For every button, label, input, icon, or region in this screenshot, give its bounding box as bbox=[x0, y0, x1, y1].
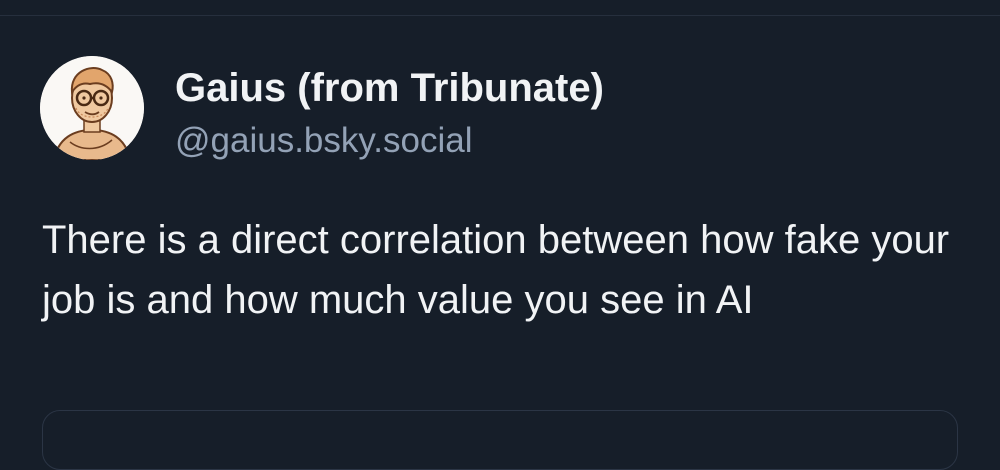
post-text: There is a direct correlation between ho… bbox=[42, 218, 950, 322]
avatar-illustration-icon bbox=[40, 56, 144, 160]
post[interactable]: Gaius (from Tribunate) @gaius.bsky.socia… bbox=[0, 0, 1000, 470]
author-display-name[interactable]: Gaius (from Tribunate) bbox=[175, 62, 604, 114]
embed-card[interactable] bbox=[42, 410, 958, 470]
post-author[interactable]: Gaius (from Tribunate) @gaius.bsky.socia… bbox=[175, 62, 604, 163]
avatar[interactable] bbox=[40, 56, 144, 160]
author-handle[interactable]: @gaius.bsky.social bbox=[175, 119, 604, 163]
